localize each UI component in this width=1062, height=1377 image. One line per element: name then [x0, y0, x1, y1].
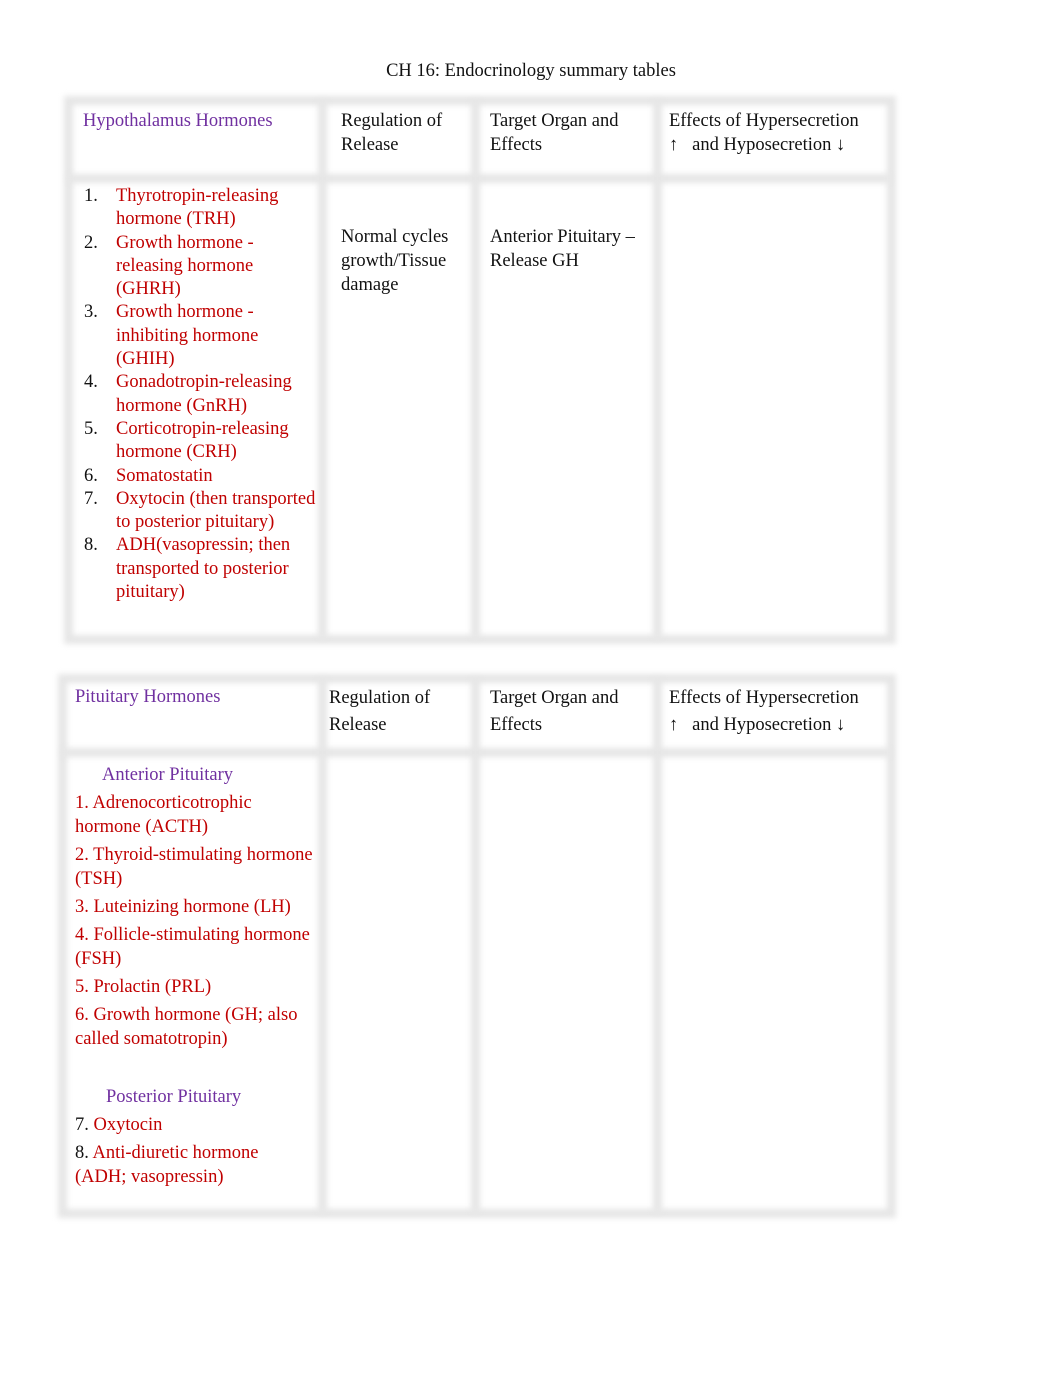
header-effects-line2: ↑ and Hyposecretion ↓: [669, 135, 846, 155]
header-pituitary-hormones: Pituitary Hormones: [75, 687, 221, 707]
header-target-organ: Target Organ and Effects: [490, 688, 619, 735]
hormone-name: ADH(vasopressin; then transported to pos…: [116, 535, 291, 603]
header-effects-line1: Effects of Hypersecretion: [669, 688, 859, 708]
column-divider: [653, 678, 662, 1212]
header-effects-line1: Effects of Hypersecretion: [669, 111, 859, 131]
header-regulation-of-release: Regulation of Release: [329, 688, 431, 735]
pituitary-hormone-list: Anterior Pituitary 1. Adrenocorticotroph…: [75, 763, 313, 1189]
hormone-name: Thyrotropin-releasing hormone (TRH): [116, 186, 279, 230]
posterior-hormone-item: 8. Anti-diuretic hormone (ADH; vasopress…: [75, 1141, 313, 1189]
document-title: CH 16: Endocrinology summary tables: [386, 61, 676, 81]
item-number: 5.: [84, 418, 98, 439]
hypothalamus-hormone-item: 6. Somatostatin: [84, 465, 316, 488]
hypothalamus-hormone-list: 1. Thyrotropin-releasing hormone (TRH) 2. G…: [84, 185, 316, 604]
anterior-hormone-item: 2. Thyroid-stimulating hormone (TSH): [75, 845, 313, 889]
anterior-hormone-item: 5. Prolactin (PRL): [75, 977, 212, 997]
hypothalamus-hormone-item: 5. Corticotropin-releasing hormone (CRH): [84, 418, 316, 465]
posterior-pituitary-label: Posterior Pituitary: [106, 1087, 242, 1107]
column-divider: [471, 100, 480, 638]
hormone-name: Growth hormone - inhibiting hormone (GHI…: [116, 302, 259, 370]
hypothalamus-hormone-item: 1. Thyrotropin-releasing hormone (TRH): [84, 185, 316, 232]
hypothalamus-hormone-item: 2. Growth hormone - releasing hormone (GH…: [84, 232, 316, 302]
column-divider: [318, 678, 327, 1212]
hormone-name: Oxytocin (then transported to posterior …: [116, 488, 316, 533]
anterior-hormone-item: 1. Adrenocorticotrophic hormone (ACTH): [75, 793, 252, 837]
item-number: 4.: [84, 372, 98, 393]
anterior-hormone-item: 6. Growth hormone (GH; also called somat…: [75, 1005, 298, 1049]
header-target-organ: Target Organ and Effects: [490, 111, 619, 155]
hypothalamus-hormone-item: 7. Oxytocin (then transported to posterio…: [84, 488, 316, 535]
hypothalamus-hormone-item: 3. Growth hormone - inhibiting hormone (G…: [84, 301, 316, 371]
header-effects: Effects of Hypersecretion ↑ and Hyposecr…: [669, 685, 889, 738]
column-divider: [471, 678, 480, 1212]
header-regulation-of-release: Regulation of Release: [341, 111, 443, 155]
hypothalamus-hormone-item: 4. Gonadotropin-releasing hormone (GnRH): [84, 371, 316, 418]
column-divider: [318, 100, 327, 638]
item-number: 7.: [75, 1115, 89, 1135]
item-number: 8.: [84, 535, 98, 556]
header-effects: Effects of Hypersecretion ↑ and Hyposecr…: [669, 109, 889, 157]
hormone-name: Oxytocin: [88, 1115, 163, 1135]
hypothalamus-hormone-item: 8. ADH(vasopressin; then transported to p…: [84, 534, 316, 604]
header-effects-line2: ↑ and Hyposecretion ↓: [669, 714, 846, 735]
item-number: 7.: [84, 488, 98, 509]
item-number: 6.: [84, 465, 98, 486]
anterior-pituitary-label: Anterior Pituitary: [102, 765, 234, 785]
column-divider: [653, 100, 662, 638]
regulation-cell: Normal cycles growth/Tissue damage: [341, 227, 449, 295]
item-number: 2.: [84, 232, 98, 253]
header-hypothalamus-hormones: Hypothalamus Hormones: [83, 111, 273, 131]
hormone-name: Anti-diuretic hormone (ADH; vasopressin): [75, 1143, 259, 1187]
posterior-hormone-item: 7. Oxytocin: [75, 1113, 313, 1137]
hormone-name: Corticotropin-releasing hormone (CRH): [116, 418, 289, 463]
item-number: 1.: [84, 186, 98, 206]
anterior-hormone-item: 4. Follicle-stimulating hormone (FSH): [75, 925, 310, 969]
item-number: 3.: [84, 302, 98, 323]
target-organ-cell: Anterior Pituitary – Release GH: [490, 227, 635, 271]
anterior-hormone-item: 3. Luteinizing hormone (LH): [75, 897, 291, 917]
hormone-name: Growth hormone - releasing hormone (GHRH…: [116, 232, 254, 300]
hormone-name: Gonadotropin-releasing hormone (GnRH): [116, 372, 292, 416]
hormone-name: Somatostatin: [116, 465, 213, 486]
item-number: 8.: [75, 1143, 89, 1163]
